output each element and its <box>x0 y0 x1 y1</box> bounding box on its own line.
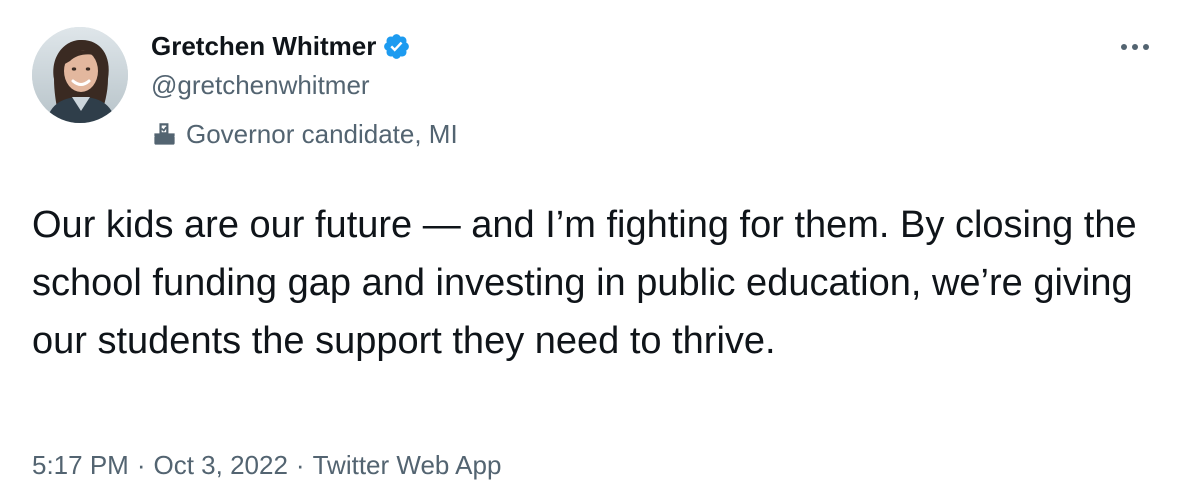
account-label-text: Governor candidate, MI <box>186 118 458 149</box>
author-name-row: Gretchen Whitmer <box>151 28 411 64</box>
avatar[interactable] <box>32 27 128 123</box>
author-handle[interactable]: @gretchenwhitmer <box>151 70 370 101</box>
profile-photo-icon <box>32 27 128 123</box>
more-horizontal-icon <box>1120 38 1150 56</box>
ballot-box-icon <box>151 121 178 148</box>
tweet-metadata: 5:17 PM · Oct 3, 2022 · Twitter Web App <box>32 450 501 481</box>
meta-separator: · <box>136 450 146 480</box>
tweet-date[interactable]: Oct 3, 2022 <box>154 450 288 481</box>
tweet-card: Gretchen Whitmer @gretchenwhitmer Govern… <box>0 0 1180 502</box>
author-display-name[interactable]: Gretchen Whitmer <box>151 31 376 62</box>
more-options-button[interactable] <box>1112 30 1158 64</box>
verified-badge-icon <box>382 32 411 61</box>
meta-separator: · <box>295 450 305 480</box>
tweet-source[interactable]: Twitter Web App <box>313 450 502 481</box>
account-label: Governor candidate, MI <box>151 116 458 152</box>
tweet-text: Our kids are our future — and I’m fighti… <box>32 204 1137 362</box>
tweet-time[interactable]: 5:17 PM <box>32 450 129 481</box>
